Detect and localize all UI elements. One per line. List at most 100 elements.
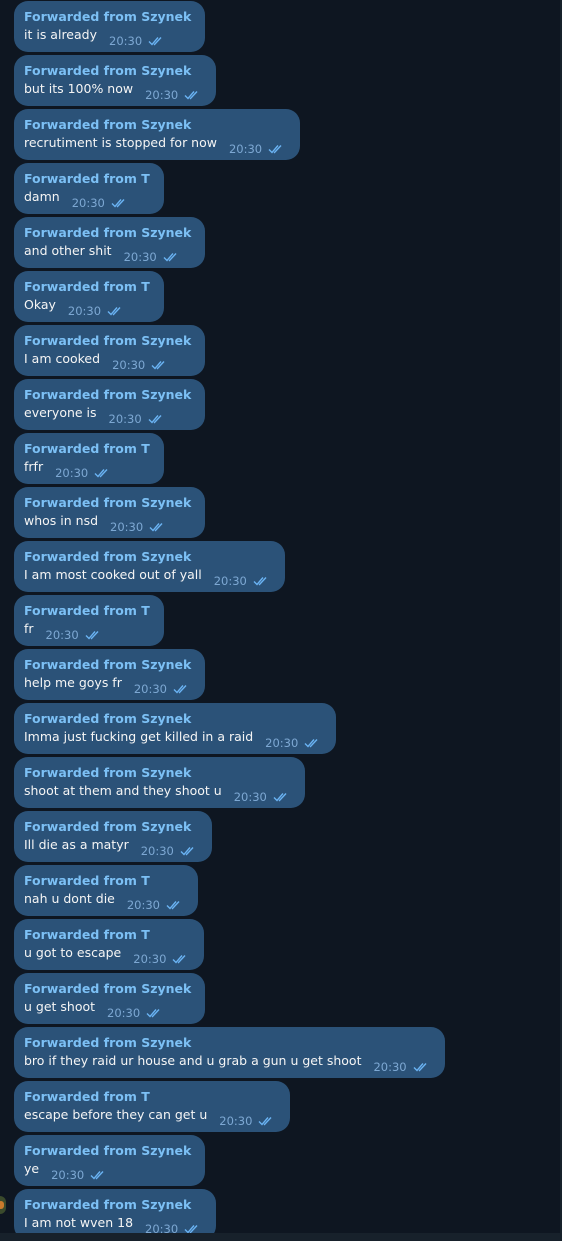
message-bubble[interactable]: Forwarded from Szynek shoot at them and …: [14, 757, 305, 808]
forwarded-from-label[interactable]: Forwarded from Szynek: [24, 765, 291, 781]
forwarded-from-label[interactable]: Forwarded from Szynek: [24, 711, 322, 727]
message-text: whos in nsd: [24, 513, 99, 528]
double-check-icon: [148, 37, 162, 46]
forwarded-from-label[interactable]: Forwarded from Szynek: [24, 549, 271, 565]
message-bubble[interactable]: Forwarded from Szynek Imma just fucking …: [14, 703, 337, 754]
chat-window: Forwarded from Szynek it is already 20:3…: [0, 0, 562, 1241]
forwarded-from-label[interactable]: Forwarded from T: [24, 603, 150, 619]
double-check-icon: [268, 145, 282, 154]
message-list[interactable]: Forwarded from Szynek it is already 20:3…: [14, 1, 554, 1241]
forwarded-from-label[interactable]: Forwarded from T: [24, 1089, 276, 1105]
message-text: everyone is: [24, 405, 97, 420]
message-text: u got to escape: [24, 945, 122, 960]
message-time: 20:30: [140, 844, 174, 858]
avatar-image: [0, 1201, 4, 1209]
message-time: 20:30: [265, 736, 299, 750]
double-check-icon: [258, 1117, 272, 1126]
message-bubble[interactable]: Forwarded from T fr 20:30: [14, 595, 164, 646]
message-time: 20:30: [123, 250, 157, 264]
message-bubble[interactable]: Forwarded from Szynek and other shit 20:…: [14, 217, 206, 268]
message-time: 20:30: [67, 304, 102, 318]
message-text: but its 100% now: [24, 81, 134, 96]
forwarded-from-label[interactable]: Forwarded from T: [24, 171, 150, 187]
message-time: 20:30: [133, 682, 167, 696]
message-text: ye: [24, 1161, 40, 1176]
double-check-icon: [90, 1171, 104, 1180]
double-check-icon: [149, 523, 163, 532]
forwarded-from-label[interactable]: Forwarded from Szynek: [24, 1197, 202, 1213]
forwarded-from-label[interactable]: Forwarded from Szynek: [24, 819, 198, 835]
message-bubble[interactable]: Forwarded from T nah u dont die 20:30: [14, 865, 199, 916]
double-check-icon: [184, 91, 198, 100]
message-text: Okay: [24, 297, 56, 312]
forwarded-from-label[interactable]: Forwarded from Szynek: [24, 1143, 191, 1159]
message-time: 20:30: [228, 142, 263, 156]
message-text: Imma just fucking get killed in a raid: [24, 729, 254, 744]
forwarded-from-label[interactable]: Forwarded from Szynek: [24, 1035, 431, 1051]
message-bubble[interactable]: Forwarded from Szynek everyone is 20:30: [14, 379, 206, 430]
forwarded-from-label[interactable]: Forwarded from T: [24, 927, 190, 943]
double-check-icon: [94, 469, 108, 478]
message-time: 20:30: [213, 574, 247, 588]
forwarded-from-label[interactable]: Forwarded from Szynek: [24, 225, 191, 241]
forwarded-from-label[interactable]: Forwarded from Szynek: [24, 657, 191, 673]
message-text: shoot at them and they shoot u: [24, 783, 222, 798]
message-bubble[interactable]: Forwarded from T Okay 20:30: [14, 271, 164, 322]
double-check-icon: [180, 847, 194, 856]
message-bubble[interactable]: Forwarded from T u got to escape 20:30: [14, 919, 205, 970]
message-text: Ill die as a matyr: [24, 837, 129, 852]
double-check-icon: [107, 307, 121, 316]
message-bubble[interactable]: Forwarded from Szynek bro if they raid u…: [14, 1027, 445, 1078]
forwarded-from-label[interactable]: Forwarded from T: [24, 441, 150, 457]
message-bubble[interactable]: Forwarded from T frfr 20:30: [14, 433, 164, 484]
avatar[interactable]: [0, 1196, 6, 1214]
forwarded-from-label[interactable]: Forwarded from Szynek: [24, 333, 191, 349]
input-bar-edge: [0, 1233, 562, 1241]
message-text: I am not wven 18: [24, 1215, 134, 1230]
message-bubble[interactable]: Forwarded from T damn 20:30: [14, 163, 164, 214]
message-bubble[interactable]: Forwarded from Szynek Ill die as a matyr…: [14, 811, 212, 862]
message-bubble[interactable]: Forwarded from Szynek I am most cooked o…: [14, 541, 285, 592]
message-time: 20:30: [233, 790, 267, 804]
message-bubble[interactable]: Forwarded from Szynek ye 20:30: [14, 1135, 206, 1186]
double-check-icon: [166, 901, 180, 910]
message-time: 20:30: [145, 88, 179, 102]
message-bubble[interactable]: Forwarded from Szynek it is already 20:3…: [14, 1, 206, 52]
forwarded-from-label[interactable]: Forwarded from Szynek: [24, 9, 191, 25]
double-check-icon: [173, 685, 187, 694]
message-time: 20:30: [373, 1060, 407, 1074]
message-text: nah u dont die: [24, 891, 115, 906]
message-text: u get shoot: [24, 999, 96, 1014]
forwarded-from-label[interactable]: Forwarded from Szynek: [24, 387, 191, 403]
message-bubble[interactable]: Forwarded from Szynek I am cooked 20:30: [14, 325, 206, 376]
forwarded-from-label[interactable]: Forwarded from T: [24, 873, 184, 889]
message-text: bro if they raid ur house and u grab a g…: [24, 1053, 362, 1068]
message-time: 20:30: [112, 358, 146, 372]
double-check-icon: [273, 793, 287, 802]
message-bubble[interactable]: Forwarded from Szynek recrutiment is sto…: [14, 109, 301, 160]
message-time: 20:30: [55, 466, 89, 480]
forwarded-from-label[interactable]: Forwarded from Szynek: [24, 117, 286, 133]
message-bubble[interactable]: Forwarded from Szynek help me goys fr 20…: [14, 649, 206, 700]
message-text: escape before they can get u: [24, 1107, 208, 1122]
message-time: 20:30: [71, 196, 105, 210]
double-check-icon: [163, 253, 177, 262]
double-check-icon: [413, 1063, 427, 1072]
double-check-icon: [304, 739, 318, 748]
message-bubble[interactable]: Forwarded from T escape before they can …: [14, 1081, 291, 1132]
message-text: I am cooked: [24, 351, 101, 366]
message-bubble[interactable]: Forwarded from Szynek whos in nsd 20:30: [14, 487, 206, 538]
forwarded-from-label[interactable]: Forwarded from Szynek: [24, 63, 202, 79]
forwarded-from-label[interactable]: Forwarded from Szynek: [24, 495, 191, 511]
message-bubble[interactable]: Forwarded from Szynek but its 100% now 2…: [14, 55, 217, 106]
message-text: it is already: [24, 27, 97, 42]
message-time: 20:30: [126, 898, 161, 912]
double-check-icon: [146, 1009, 160, 1018]
message-bubble[interactable]: Forwarded from Szynek u get shoot 20:30: [14, 973, 206, 1024]
message-time: 20:30: [108, 412, 142, 426]
message-text: fr: [24, 621, 34, 636]
message-text: damn: [24, 189, 60, 204]
forwarded-from-label[interactable]: Forwarded from T: [24, 279, 150, 295]
double-check-icon: [253, 577, 267, 586]
forwarded-from-label[interactable]: Forwarded from Szynek: [24, 981, 191, 997]
